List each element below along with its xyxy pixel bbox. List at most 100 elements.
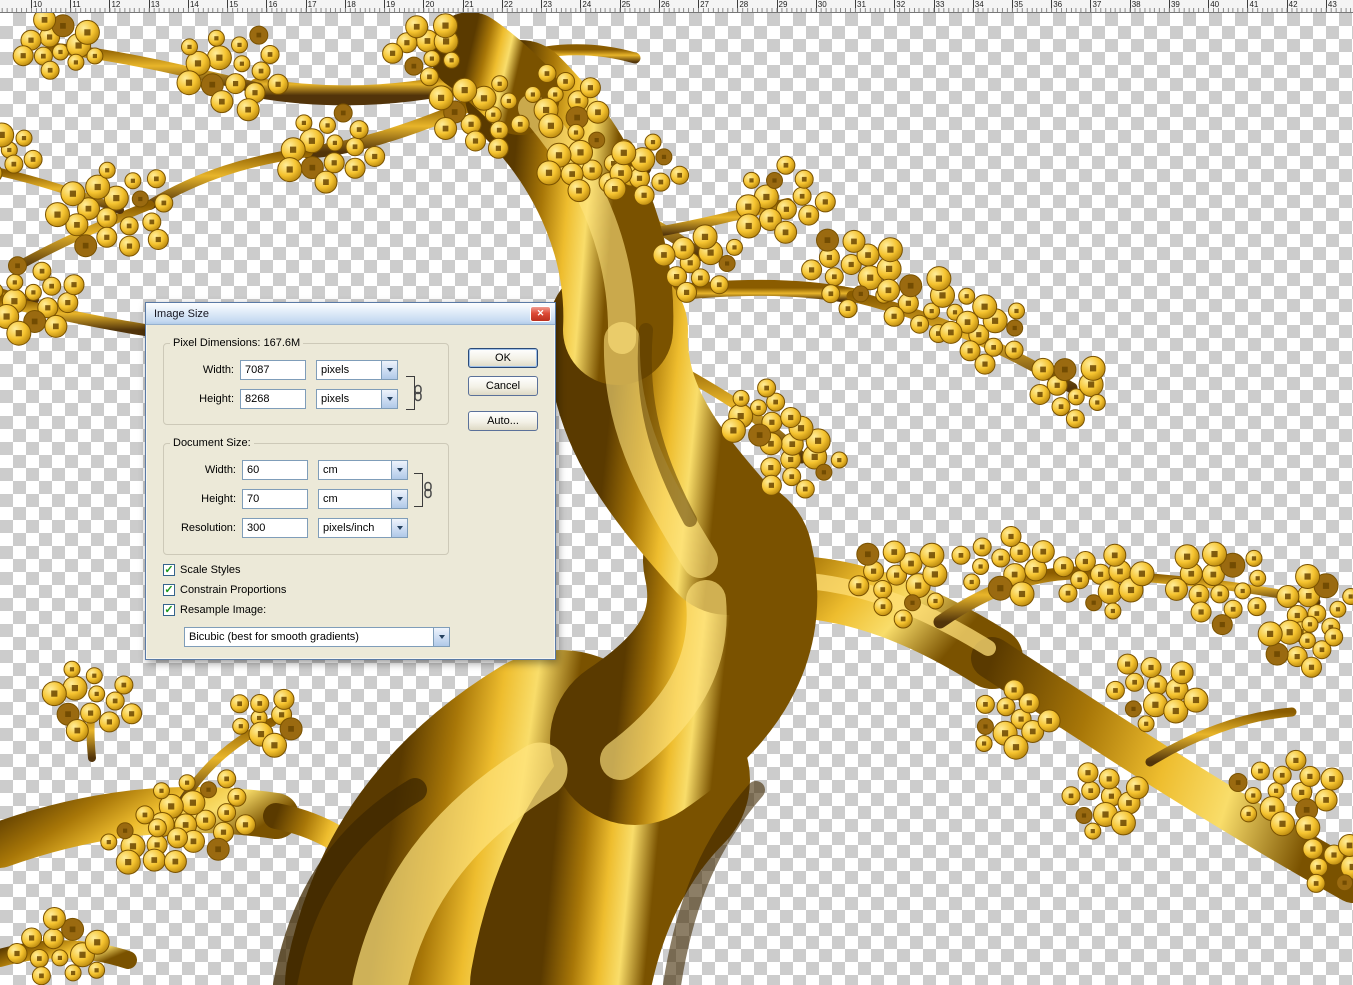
scale-styles-checkbox[interactable]: ✓ Scale Styles bbox=[163, 564, 241, 576]
ruler-number: 20 bbox=[425, 0, 435, 9]
ruler-tick bbox=[1051, 0, 1053, 12]
ruler-number: 11 bbox=[72, 0, 81, 9]
resolution-row: Resolution: pixels/inch bbox=[174, 518, 448, 538]
ruler-number: 18 bbox=[346, 0, 356, 9]
dialog-titlebar[interactable]: Image Size ✕ bbox=[146, 303, 555, 325]
ruler-number: 21 bbox=[464, 0, 474, 9]
ruler-tick bbox=[933, 0, 935, 12]
doc-height-input[interactable] bbox=[242, 489, 308, 509]
ruler-number: 30 bbox=[817, 0, 827, 9]
ruler-tick bbox=[109, 0, 111, 12]
ruler-number: 43 bbox=[1327, 0, 1337, 9]
checkbox-check-icon[interactable]: ✓ bbox=[163, 564, 175, 576]
checkbox-check-icon[interactable]: ✓ bbox=[163, 584, 175, 596]
ruler-tick bbox=[31, 0, 32, 12]
ruler-number: 42 bbox=[1288, 0, 1298, 9]
pixel-height-label: Height: bbox=[199, 393, 234, 405]
ruler-number: 10 bbox=[33, 0, 42, 9]
ruler-tick bbox=[580, 0, 582, 12]
chevron-down-icon bbox=[433, 628, 449, 646]
ruler-tick bbox=[70, 0, 72, 12]
chevron-down-icon bbox=[381, 390, 397, 408]
ok-button[interactable]: OK bbox=[468, 348, 538, 368]
horizontal-ruler[interactable]: 10 11 12 13 14 15 16 17 18 19 20 21 22 23 24 25 26 27 28 29… bbox=[0, 0, 1353, 13]
ruler-number: 27 bbox=[700, 0, 709, 9]
image-size-dialog: Image Size ✕ Pixel Dimensions: 167.6M Wi… bbox=[145, 302, 556, 660]
ruler-number: 36 bbox=[1053, 0, 1063, 9]
ruler-number: 37 bbox=[1092, 0, 1102, 9]
checkbox-label: Scale Styles bbox=[180, 564, 241, 576]
doc-width-input[interactable] bbox=[242, 460, 308, 480]
doc-width-unit-select[interactable]: cm bbox=[318, 460, 408, 480]
ruler-tick bbox=[266, 0, 268, 12]
ruler-tick bbox=[1286, 0, 1288, 12]
close-icon: ✕ bbox=[536, 308, 545, 318]
ruler-number: 32 bbox=[896, 0, 906, 9]
ruler-number: 22 bbox=[503, 0, 513, 9]
close-button[interactable]: ✕ bbox=[530, 305, 551, 322]
ruler-number: 29 bbox=[778, 0, 788, 9]
doc-height-row: Height: cm bbox=[174, 489, 448, 509]
link-icon bbox=[424, 481, 432, 499]
ruler-number: 14 bbox=[189, 0, 199, 9]
ruler-number: 34 bbox=[974, 0, 984, 9]
resolution-input[interactable] bbox=[242, 518, 308, 538]
doc-height-unit-select[interactable]: cm bbox=[318, 489, 408, 509]
ruler-tick bbox=[658, 0, 660, 12]
ruler-tick bbox=[1168, 0, 1170, 12]
cancel-button[interactable]: Cancel bbox=[468, 376, 538, 396]
ruler-tick bbox=[541, 0, 543, 12]
ruler-tick bbox=[384, 0, 386, 12]
ruler-number: 19 bbox=[386, 0, 396, 9]
dialog-title: Image Size bbox=[154, 307, 210, 320]
ruler-tick bbox=[227, 0, 229, 12]
ruler-number: 40 bbox=[1210, 0, 1220, 9]
ruler-number: 17 bbox=[307, 0, 317, 9]
doc-width-row: Width: cm bbox=[174, 460, 448, 480]
ruler-tick bbox=[1325, 0, 1327, 12]
resolution-label: Resolution: bbox=[180, 522, 236, 534]
pixel-width-input[interactable] bbox=[240, 360, 306, 380]
link-icon bbox=[414, 384, 422, 402]
ruler-number: 39 bbox=[1170, 0, 1180, 9]
pixel-width-label: Width: bbox=[202, 364, 234, 376]
ruler-number: 13 bbox=[150, 0, 160, 9]
ruler-number: 25 bbox=[621, 0, 631, 9]
pixel-width-unit-select[interactable]: pixels bbox=[316, 360, 398, 380]
ruler-tick bbox=[855, 0, 857, 12]
ruler-number: 41 bbox=[1249, 0, 1259, 9]
constrain-proportions-checkbox[interactable]: ✓ Constrain Proportions bbox=[163, 584, 286, 596]
pixel-dimensions-value: 167.6M bbox=[263, 337, 301, 349]
checkbox-label: Constrain Proportions bbox=[180, 584, 287, 596]
ruler-tick bbox=[698, 0, 700, 12]
resolution-unit-select[interactable]: pixels/inch bbox=[318, 518, 408, 538]
ruler-tick bbox=[1247, 0, 1249, 12]
document-size-group: Document Size: Width: cm Height: cm Reso… bbox=[163, 437, 449, 555]
pixel-height-unit-select[interactable]: pixels bbox=[316, 389, 398, 409]
ruler-tick bbox=[737, 0, 739, 12]
checkbox-check-icon[interactable]: ✓ bbox=[163, 604, 175, 616]
pixel-dimensions-label: Pixel Dimensions: bbox=[173, 337, 261, 349]
ruler-number: 24 bbox=[582, 0, 592, 9]
ruler-number: 33 bbox=[935, 0, 945, 9]
ruler-tick bbox=[1090, 0, 1092, 12]
doc-width-label: Width: bbox=[204, 464, 236, 476]
ruler-number: 12 bbox=[111, 0, 121, 9]
checkbox-label: Resample Image: bbox=[180, 604, 267, 616]
pixel-height-input[interactable] bbox=[240, 389, 306, 409]
ruler-tick bbox=[894, 0, 896, 12]
ruler-number: 26 bbox=[660, 0, 670, 9]
ruler-tick bbox=[305, 0, 307, 12]
ruler-tick bbox=[972, 0, 974, 12]
ruler-tick bbox=[1129, 0, 1131, 12]
ruler-number: 23 bbox=[543, 0, 553, 9]
ruler-tick bbox=[619, 0, 621, 12]
resample-image-checkbox[interactable]: ✓ Resample Image: bbox=[163, 604, 266, 616]
ruler-tick bbox=[501, 0, 503, 12]
chevron-down-icon bbox=[381, 361, 397, 379]
auto-button[interactable]: Auto... bbox=[468, 411, 538, 431]
resample-method-select[interactable]: Bicubic (best for smooth gradients) bbox=[184, 627, 450, 647]
document-size-label: Document Size: bbox=[173, 437, 251, 449]
doc-height-label: Height: bbox=[201, 493, 236, 505]
ruler-tick bbox=[1208, 0, 1210, 12]
